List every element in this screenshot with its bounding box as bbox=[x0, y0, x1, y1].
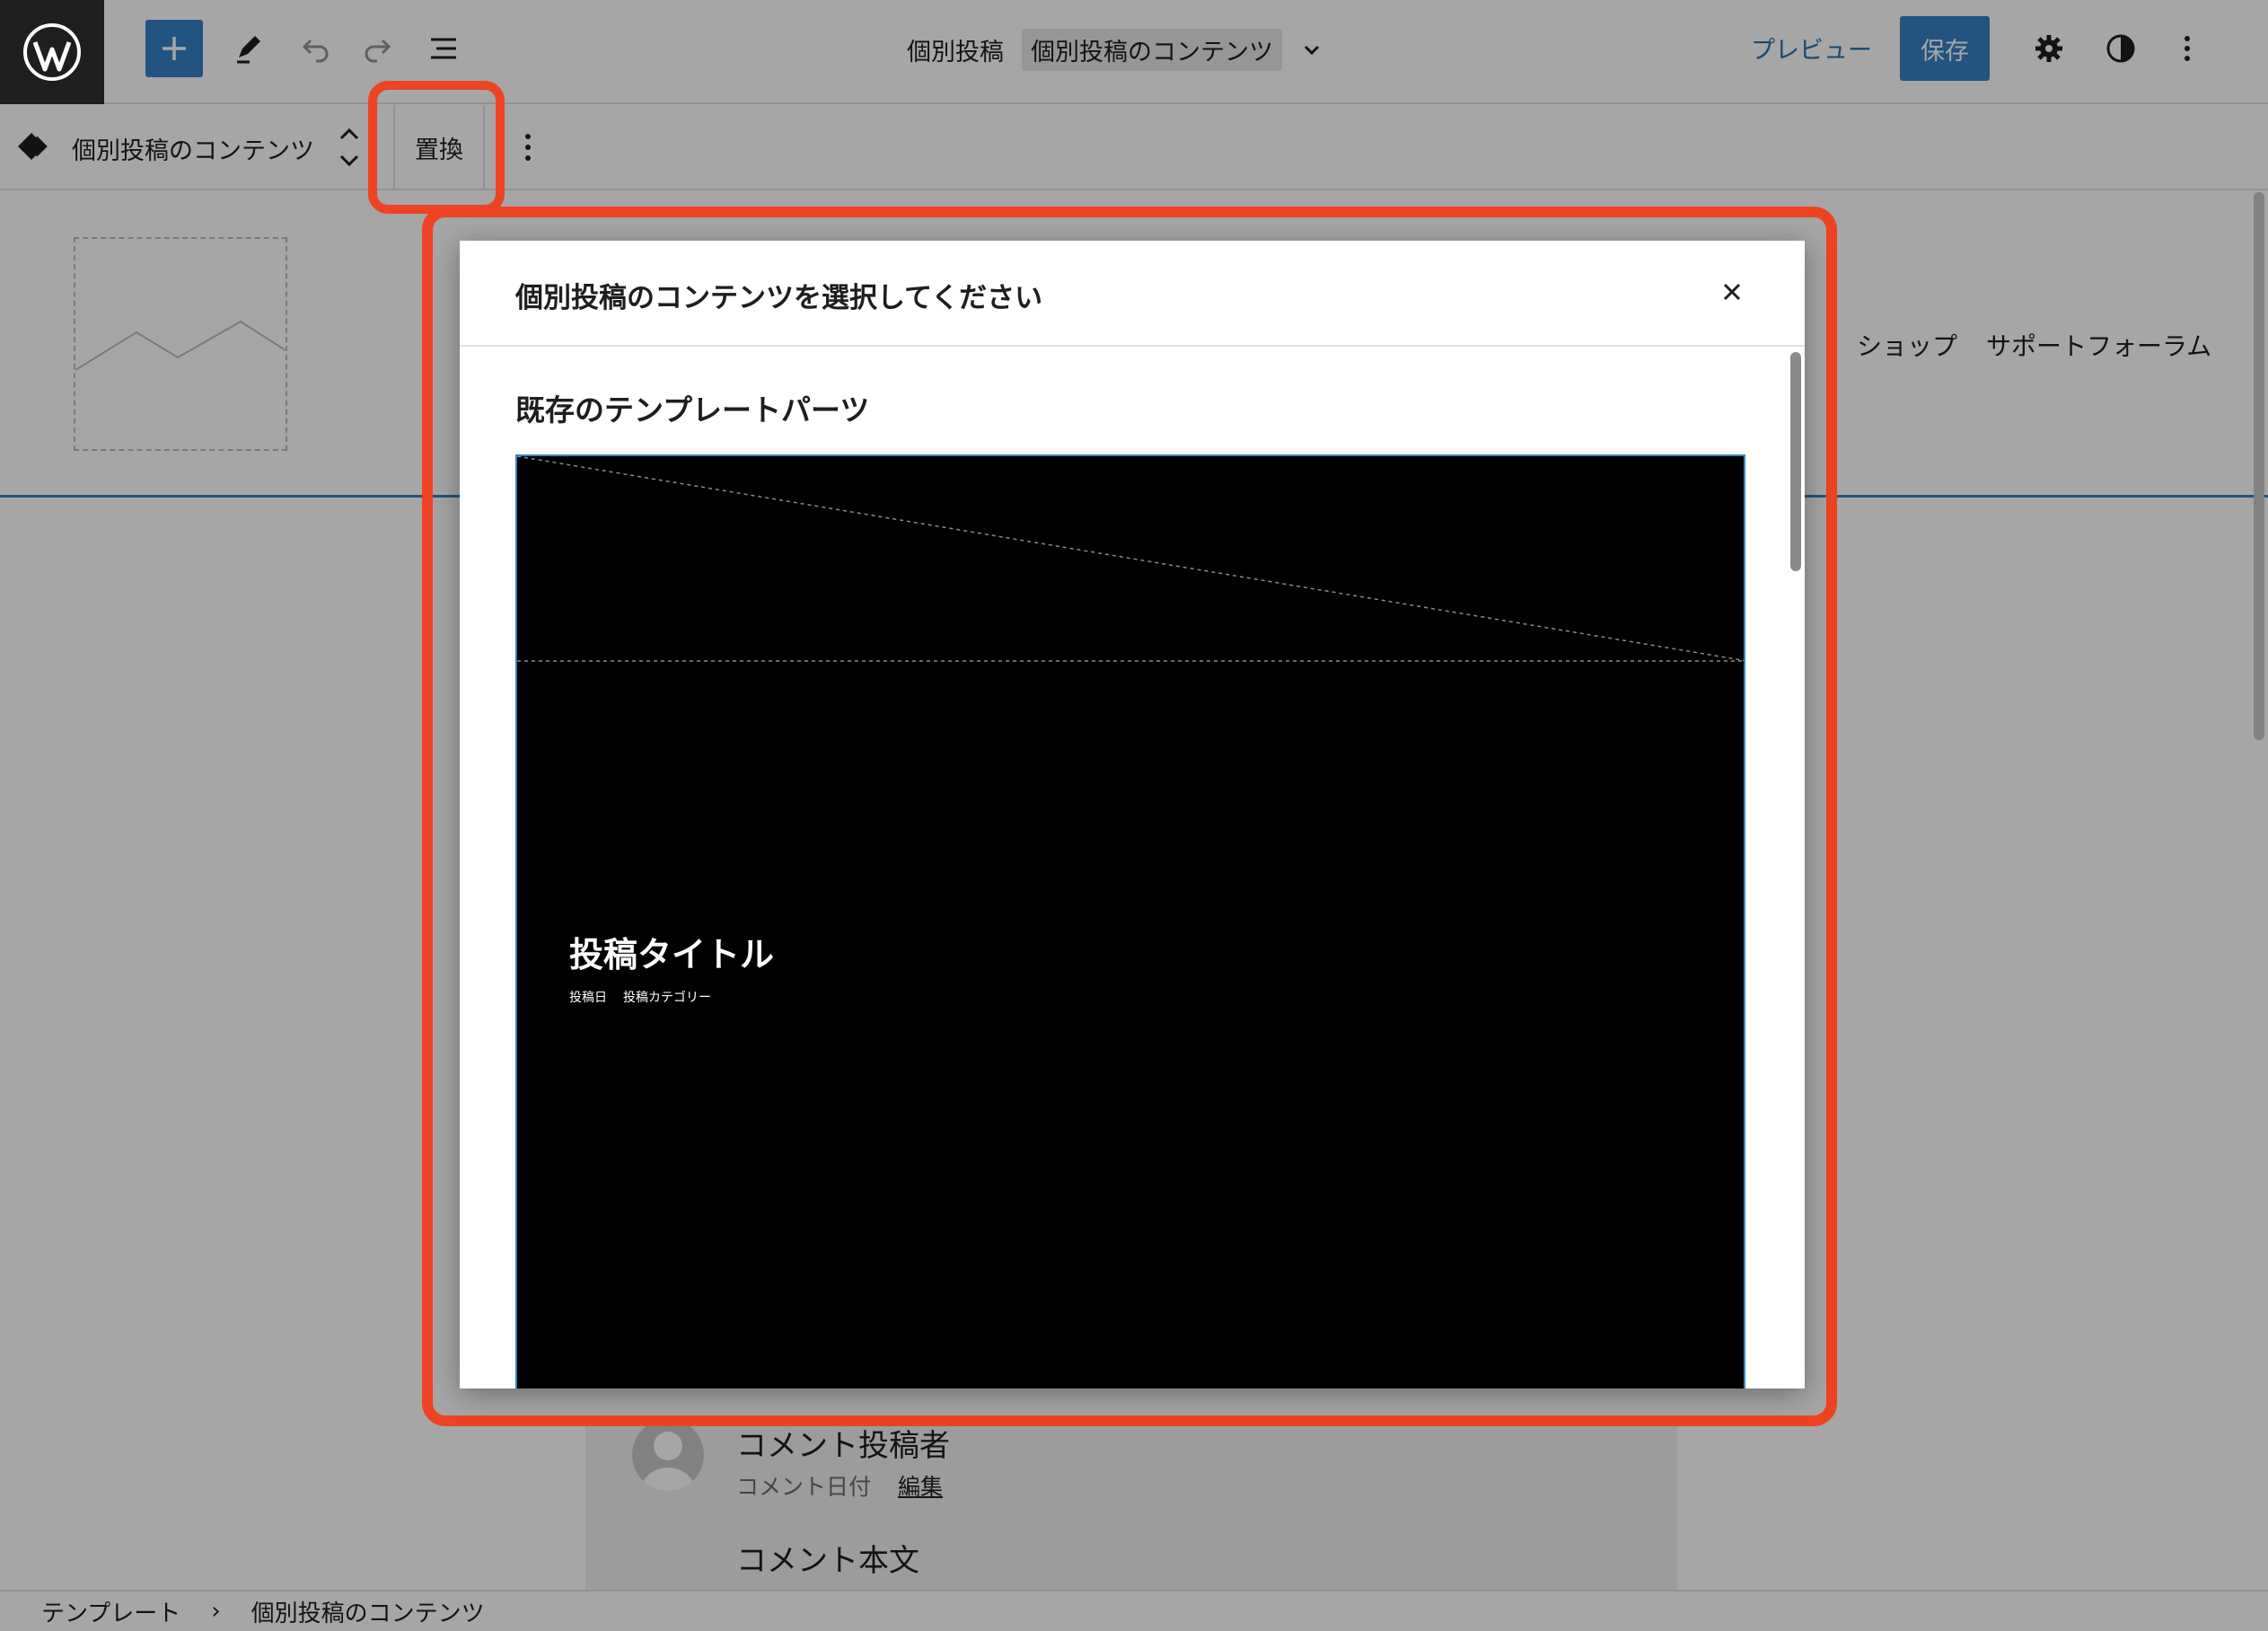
template-part-select-modal: 個別投稿のコンテンツを選択してください 既存のテンプレートパーツ 投稿タイトル … bbox=[460, 241, 1805, 1389]
close-icon bbox=[1723, 283, 1741, 301]
cover-image-placeholder bbox=[517, 456, 1744, 662]
close-button[interactable] bbox=[1710, 269, 1754, 314]
preview-post-category: 投稿カテゴリー bbox=[623, 991, 711, 1005]
modal-header: 個別投稿のコンテンツを選択してください bbox=[460, 241, 1805, 347]
replace-highlight-box bbox=[368, 81, 505, 214]
preview-post-title: 投稿タイトル bbox=[569, 935, 775, 974]
section-title: 既存のテンプレートパーツ bbox=[515, 392, 870, 428]
wordpress-logo[interactable] bbox=[0, 0, 104, 104]
modal-title: 個別投稿のコンテンツを選択してください bbox=[515, 282, 1043, 314]
modal-scrollbar[interactable] bbox=[1790, 352, 1801, 571]
template-part-preview[interactable]: 投稿タイトル 投稿日 投稿カテゴリー bbox=[515, 454, 1745, 1389]
preview-post-date: 投稿日 bbox=[569, 991, 607, 1005]
preview-post-meta: 投稿日 投稿カテゴリー bbox=[569, 988, 711, 1006]
wordpress-logo-icon bbox=[23, 23, 81, 81]
